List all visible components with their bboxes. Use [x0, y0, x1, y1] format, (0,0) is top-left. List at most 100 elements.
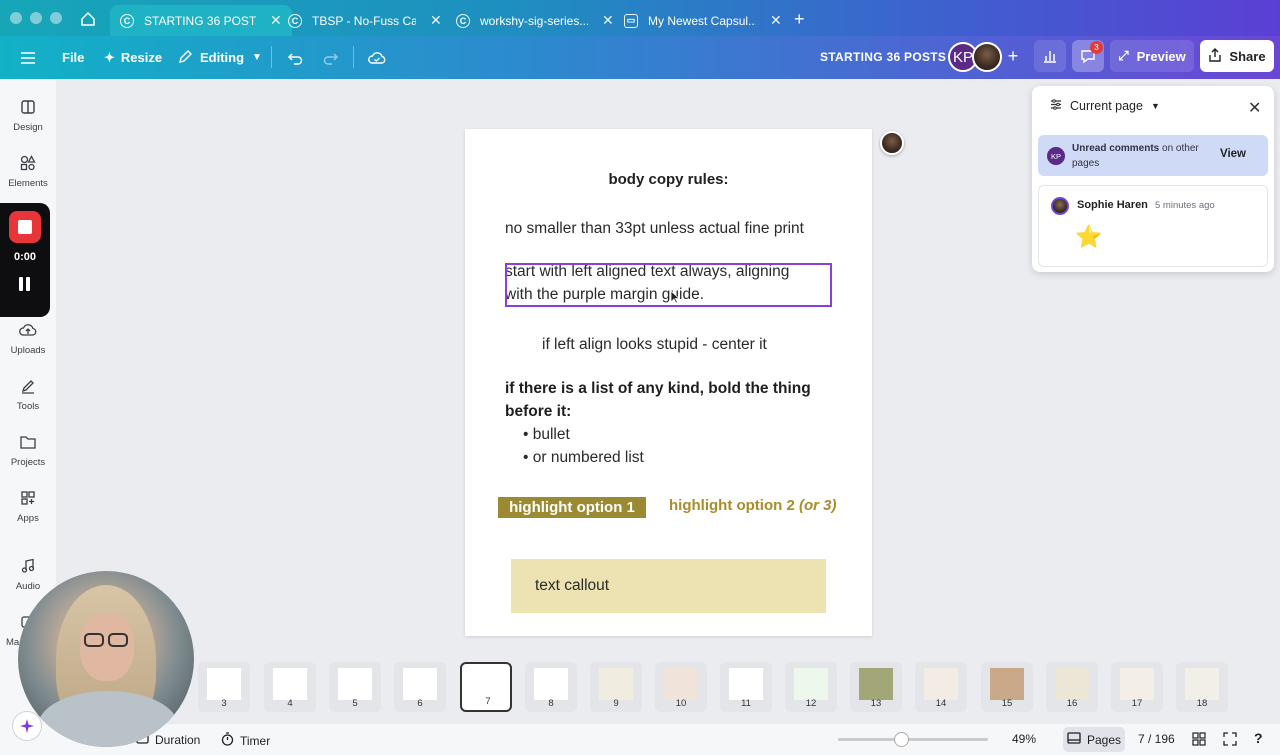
tab-capsule[interactable]: ▭ My Newest Capsul... ✕ [614, 5, 792, 36]
bottom-bar: Duration Timer 49% Pages 7 / 196 ? [0, 724, 1280, 755]
grid-view-icon[interactable] [1192, 732, 1206, 746]
sidebar-item-apps[interactable]: Apps [0, 487, 56, 524]
comment-card[interactable]: Sophie Haren 5 minutes ago ⭐ [1038, 185, 1268, 267]
chevron-down-icon: ▼ [1150, 101, 1160, 111]
resize-button[interactable]: ✦ Resize [104, 36, 162, 79]
sidebar-item-audio[interactable]: Audio [0, 555, 56, 592]
filter-icon [1050, 99, 1062, 113]
add-collaborator-icon[interactable]: + [1000, 40, 1026, 72]
page-number: 14 [935, 698, 947, 709]
page-thumbnail[interactable]: 8 [525, 662, 577, 712]
page-thumbnail[interactable]: 16 [1046, 662, 1098, 712]
document-title[interactable]: STARTING 36 POSTS [820, 50, 946, 64]
rule-center[interactable]: if left align looks stupid - center it [542, 333, 767, 356]
highlight-option-2[interactable]: highlight option 2 (or 3) [669, 497, 836, 514]
tab-tbsp[interactable]: C TBSP - No-Fuss Ca... ✕ [278, 5, 452, 36]
window-close-dot[interactable] [10, 12, 22, 24]
zoom-level[interactable]: 49% [1012, 732, 1036, 746]
page-heading[interactable]: body copy rules: [465, 171, 872, 188]
home-icon[interactable] [78, 9, 98, 29]
selection-box[interactable] [505, 263, 832, 307]
comment-time: 5 minutes ago [1155, 200, 1215, 211]
tab-starting-36-posts[interactable]: C STARTING 36 POST... ✕ [110, 5, 292, 36]
timer-button[interactable]: Timer [221, 732, 270, 749]
page-thumbnail[interactable]: 4 [264, 662, 316, 712]
window-minimize-dot[interactable] [30, 12, 42, 24]
collaborator-cursor-avatar[interactable] [880, 131, 904, 155]
audio-icon [17, 555, 39, 577]
page-thumbnail[interactable]: 3 [198, 662, 250, 712]
cloud-saved-icon[interactable] [368, 36, 386, 79]
tab-label: My Newest Capsul... [648, 13, 756, 28]
mouse-cursor-icon [670, 290, 681, 309]
menu-icon[interactable] [20, 36, 36, 79]
sidebar-item-uploads[interactable]: Uploads [0, 319, 56, 356]
filter-label: Current page [1070, 99, 1143, 113]
comments-panel: Current page ▼ ✕ KP Unread comments on o… [1032, 86, 1274, 272]
page-number: 4 [287, 698, 293, 709]
tab-workshy[interactable]: C workshy-sig-series... ✕ [446, 5, 624, 36]
editing-mode-button[interactable]: Editing ▼ [178, 36, 262, 79]
pause-icon[interactable] [18, 277, 32, 293]
share-button[interactable]: Share [1200, 40, 1274, 72]
rule-list-line1[interactable]: if there is a list of any kind, bold the… [505, 377, 811, 400]
stop-recording-button[interactable] [9, 211, 41, 243]
close-icon[interactable]: ✕ [1248, 98, 1261, 118]
redo-icon[interactable] [323, 36, 339, 79]
page-thumbnail[interactable]: 12 [785, 662, 837, 712]
highlight-option-3-label: (or 3) [798, 497, 837, 514]
pages-button[interactable]: Pages [1063, 727, 1125, 752]
star-icon: ⭐ [1075, 224, 1103, 249]
collaborator-avatar-photo[interactable] [972, 42, 1002, 72]
comments-filter-dropdown[interactable]: Current page ▼ [1050, 99, 1160, 113]
undo-icon[interactable] [287, 36, 303, 79]
close-tab-icon[interactable]: ✕ [430, 12, 442, 29]
zoom-slider-handle[interactable] [894, 732, 909, 747]
chat-icon: ▭ [624, 13, 638, 28]
analytics-icon[interactable] [1034, 40, 1066, 72]
help-icon[interactable]: ? [1254, 730, 1263, 746]
sidebar-item-elements[interactable]: Elements [0, 152, 56, 189]
window-zoom-dot[interactable] [50, 12, 62, 24]
page-number: 17 [1131, 698, 1143, 709]
page-thumbnail[interactable]: 17 [1111, 662, 1163, 712]
text-callout-box[interactable]: text callout [511, 559, 826, 613]
zoom-slider[interactable] [838, 738, 988, 741]
page-thumbnail[interactable]: 15 [981, 662, 1033, 712]
page-thumbnail[interactable]: 5 [329, 662, 381, 712]
sidebar-item-design[interactable]: Design [0, 96, 56, 133]
close-tab-icon[interactable]: ✕ [770, 12, 782, 29]
sidebar-item-projects[interactable]: Projects [0, 431, 56, 468]
page-thumbnail[interactable]: 10 [655, 662, 707, 712]
highlight-option-1[interactable]: highlight option 1 [498, 497, 646, 518]
view-button[interactable]: View [1220, 148, 1246, 160]
page-thumbnail[interactable]: 9 [590, 662, 642, 712]
page-thumbnail[interactable]: 11 [720, 662, 772, 712]
editing-label: Editing [200, 50, 245, 65]
sidebar-item-tools[interactable]: Tools [0, 375, 56, 412]
sidebar-item-label: Apps [17, 513, 39, 524]
pages-icon [1067, 732, 1081, 747]
file-menu[interactable]: File [62, 36, 84, 79]
webcam-video-bubble[interactable] [18, 571, 194, 747]
fullscreen-icon[interactable] [1223, 732, 1237, 746]
design-page[interactable]: body copy rules: no smaller than 33pt un… [465, 129, 872, 636]
rule-min-size[interactable]: no smaller than 33pt unless actual fine … [505, 217, 804, 240]
preview-button[interactable]: ⤢ Preview [1110, 40, 1194, 72]
sidebar-item-label: Tools [16, 401, 40, 412]
elements-icon [17, 152, 39, 174]
page-thumbnail[interactable]: 13 [850, 662, 902, 712]
tab-label: workshy-sig-series... [480, 13, 588, 28]
page-thumbnail[interactable]: 14 [915, 662, 967, 712]
bullet-item[interactable]: • bullet [523, 423, 570, 446]
bullet-item[interactable]: • or numbered list [523, 446, 644, 469]
page-thumbnail-active[interactable]: 7 [460, 662, 512, 712]
chevron-down-icon: ▼ [252, 52, 262, 63]
sparkle-icon: ✦ [104, 49, 115, 65]
page-thumbnail[interactable]: 18 [1176, 662, 1228, 712]
new-tab-icon[interactable]: + [794, 9, 805, 30]
close-tab-icon[interactable]: ✕ [602, 12, 614, 29]
rule-list-line2[interactable]: before it: [505, 400, 571, 423]
page-thumbnail[interactable]: 6 [394, 662, 446, 712]
magic-sparkle-icon[interactable] [12, 711, 42, 741]
